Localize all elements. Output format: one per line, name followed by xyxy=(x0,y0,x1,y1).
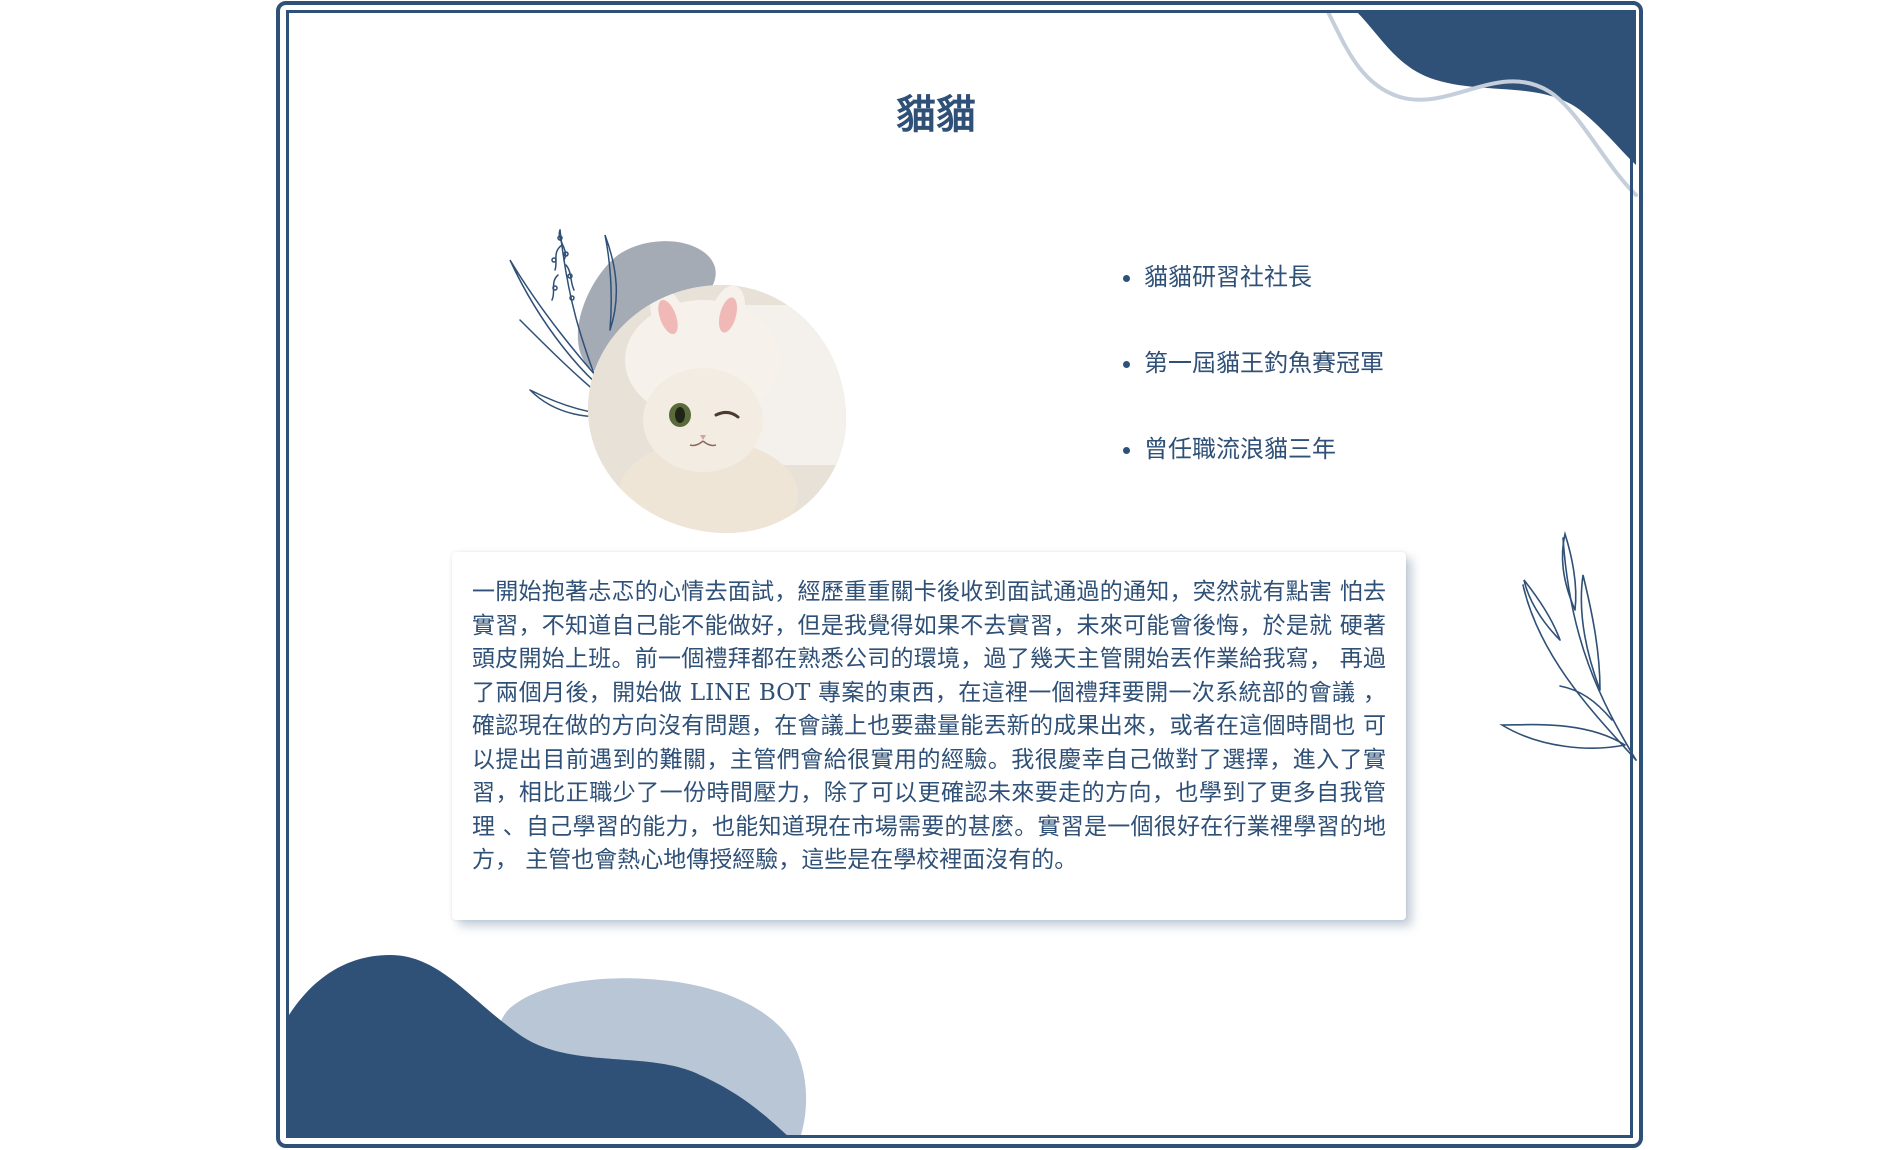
profile-page: 貓貓 • 貓貓研習社社長 • 第一屆貓王釣魚賽冠軍 • 曾任職流浪貓三年 一開始… xyxy=(0,0,1899,1150)
profile-title: 貓貓 xyxy=(896,92,976,138)
list-item: 貓貓研習社社長 xyxy=(1144,262,1384,292)
list-item: 曾任職流浪貓三年 xyxy=(1144,434,1384,464)
story-text: 一開始抱著忐忑的心情去面試，經歷重重關卡後收到面試通過的通知，突然就有點害 怕去… xyxy=(472,579,1386,873)
role-list: 貓貓研習社社長 第一屆貓王釣魚賽冠軍 曾任職流浪貓三年 xyxy=(1120,262,1384,520)
story-card: 一開始抱著忐忑的心情去面試，經歷重重關卡後收到面試通過的通知，突然就有點害 怕去… xyxy=(452,552,1406,920)
avatar-group xyxy=(500,210,860,533)
list-item: 第一屆貓王釣魚賽冠軍 xyxy=(1144,348,1384,378)
